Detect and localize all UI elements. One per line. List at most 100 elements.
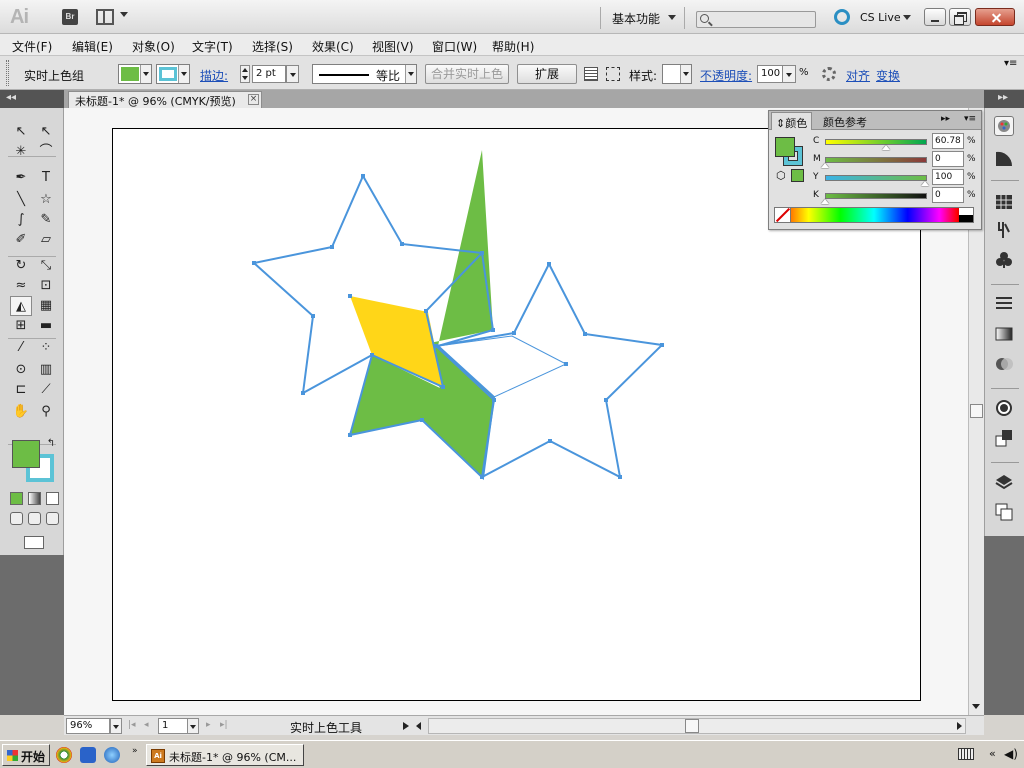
tab-color-guide[interactable]: 颜色参考 <box>819 112 871 130</box>
stroke-weight-field[interactable]: 2 pt <box>252 65 286 83</box>
gradient-panel-icon[interactable] <box>994 324 1014 344</box>
opacity-dropdown[interactable] <box>783 65 796 83</box>
channel-value-field[interactable]: 0 <box>932 187 964 203</box>
black-white-swatch[interactable] <box>959 208 973 222</box>
menu-object[interactable]: 对象(O) <box>132 38 175 55</box>
vertical-scroll-thumb[interactable] <box>970 404 983 418</box>
stroke-profile-dropdown[interactable]: 等比 <box>312 64 417 84</box>
chevron-down-icon[interactable] <box>668 15 676 20</box>
color-spectrum-bar[interactable] <box>774 207 974 223</box>
appearance-panel-icon[interactable] <box>994 398 1014 418</box>
symbol-sprayer-tool[interactable]: ⊙ <box>10 360 32 380</box>
status-menu-icon[interactable] <box>403 722 409 730</box>
zoom-level-field[interactable]: 96% <box>66 718 110 734</box>
toolbox-header[interactable]: ◂◂ <box>0 90 64 108</box>
artboard-number-field[interactable]: 1 <box>158 718 188 734</box>
channel-value-field[interactable]: 60.78 <box>932 133 964 149</box>
eyedropper-tool[interactable]: ⁄ <box>10 338 32 358</box>
browser-quicklaunch-icon[interactable] <box>80 747 96 763</box>
gradient-mode-icon[interactable] <box>28 492 41 505</box>
brushes-icon[interactable] <box>994 220 1014 240</box>
restore-button[interactable] <box>949 8 971 26</box>
quicklaunch-overflow-icon[interactable]: » <box>132 746 138 756</box>
slider-handle-icon[interactable] <box>881 145 890 150</box>
color-guide-icon[interactable] <box>994 148 1014 168</box>
transparency-panel-icon[interactable] <box>994 354 1014 374</box>
channel-slider-track[interactable] <box>825 193 927 199</box>
opacity-field[interactable]: 100 <box>757 65 783 83</box>
minimize-button[interactable] <box>924 8 946 26</box>
channel-slider-track[interactable] <box>825 175 927 181</box>
slider-handle-icon[interactable] <box>821 199 829 204</box>
dock-header[interactable]: ▸▸ <box>984 90 1024 108</box>
cs-live-menu[interactable]: CS Live <box>860 11 901 24</box>
menu-window[interactable]: 窗口(W) <box>432 38 477 55</box>
star-tool[interactable]: ☆ <box>35 190 57 210</box>
slider-handle-icon[interactable] <box>821 163 829 168</box>
align-panel-link[interactable]: 对齐 <box>846 67 870 84</box>
stroke-panel-link[interactable]: 描边: <box>200 67 228 84</box>
slice-tool[interactable]: ⟋ <box>35 380 57 400</box>
volume-tray-icon[interactable]: ◀) <box>1004 747 1018 761</box>
stroke-weight-dropdown[interactable] <box>286 65 299 83</box>
ie-quicklaunch-icon[interactable] <box>104 747 120 763</box>
stroke-color-dropdown[interactable] <box>156 64 190 84</box>
last-artboard-icon[interactable]: ▸| <box>220 720 228 730</box>
draw-normal-icon[interactable] <box>10 512 23 525</box>
swatches-icon[interactable] <box>994 192 1014 212</box>
menu-edit[interactable]: 编辑(E) <box>72 38 113 55</box>
document-tab[interactable]: 未标题-1* @ 96% (CMYK/预览) × <box>68 91 262 108</box>
fill-color-box[interactable] <box>12 440 40 468</box>
menu-view[interactable]: 视图(V) <box>372 38 414 55</box>
hand-tool[interactable]: ✋ <box>10 402 32 422</box>
magic-wand-tool[interactable]: ✳ <box>10 142 32 162</box>
artboard-tool[interactable]: ⊏ <box>10 380 32 400</box>
collapse-arrows-icon[interactable]: ◂◂ <box>6 92 16 103</box>
draw-inside-icon[interactable] <box>46 512 59 525</box>
menu-effect[interactable]: 效果(C) <box>312 38 354 55</box>
stroke-panel-icon[interactable] <box>994 294 1014 314</box>
pencil-tool[interactable]: ✎ <box>35 210 57 230</box>
none-color-icon[interactable] <box>775 208 791 222</box>
tray-expand-icon[interactable]: « <box>989 747 996 760</box>
close-button[interactable] <box>975 8 1015 26</box>
line-segment-tool[interactable]: ╲ <box>10 190 32 210</box>
document-setup-icon[interactable] <box>584 67 598 81</box>
artboard-dropdown[interactable] <box>187 718 199 734</box>
menu-file[interactable]: 文件(F) <box>12 38 52 55</box>
fill-color-dropdown[interactable] <box>118 64 152 84</box>
next-artboard-icon[interactable]: ▸ <box>206 720 211 730</box>
scale-tool[interactable]: ⤡ <box>35 256 57 276</box>
artboards-icon[interactable] <box>994 502 1014 522</box>
expand-button[interactable]: 扩展 <box>517 64 577 84</box>
draw-behind-icon[interactable] <box>28 512 41 525</box>
scroll-right-icon[interactable] <box>957 722 962 730</box>
close-tab-icon[interactable]: × <box>248 94 259 105</box>
help-search-input[interactable] <box>696 11 816 28</box>
blend-tool[interactable]: ⁘ <box>35 338 57 358</box>
swap-fill-stroke-icon[interactable]: ↰ <box>40 434 62 454</box>
previous-artboard-icon[interactable]: ◂ <box>144 720 149 730</box>
keyboard-tray-icon[interactable] <box>958 748 974 760</box>
channel-value-field[interactable]: 100 <box>932 169 964 185</box>
merge-live-paint-button[interactable]: 合并实时上色 <box>425 64 509 84</box>
cs-live-icon[interactable] <box>834 9 850 25</box>
layers-icon[interactable] <box>994 472 1014 492</box>
none-mode-icon[interactable] <box>46 492 59 505</box>
zoom-tool[interactable]: ⚲ <box>35 402 57 422</box>
perspective-grid-tool[interactable]: ▦ <box>35 296 57 316</box>
isolate-group-icon[interactable] <box>606 67 620 81</box>
bridge-button[interactable]: Br <box>62 9 78 25</box>
scroll-left-icon[interactable] <box>416 722 421 730</box>
channel-slider-track[interactable] <box>825 139 927 145</box>
channel-slider-track[interactable] <box>825 157 927 163</box>
channel-value-field[interactable]: 0 <box>932 151 964 167</box>
symbols-icon[interactable] <box>994 250 1014 270</box>
warp-tool[interactable]: ≈ <box>10 276 32 296</box>
panel-menu-icon[interactable]: ▾≡ <box>960 112 980 130</box>
direct-selection-tool[interactable]: ↖ <box>35 122 57 142</box>
panel-grip-icon[interactable] <box>6 60 9 86</box>
first-artboard-icon[interactable]: |◂ <box>128 720 136 730</box>
start-button[interactable]: 开始 <box>2 744 50 766</box>
scroll-down-icon[interactable] <box>972 704 980 709</box>
